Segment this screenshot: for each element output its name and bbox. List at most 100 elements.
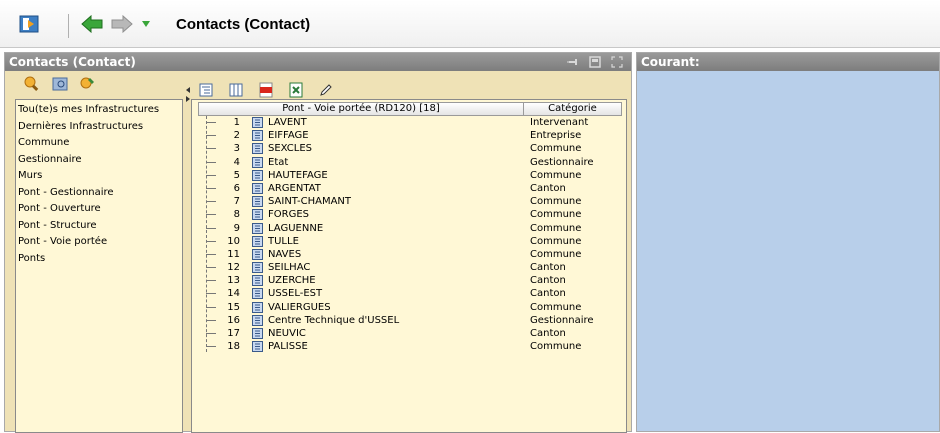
export-pdf-button[interactable]	[257, 81, 275, 99]
building-icon	[252, 341, 263, 353]
table-row[interactable]: 5 HAUTEFAGE Commune	[192, 169, 622, 182]
panel-header-icons	[565, 54, 625, 70]
contact-category: Gestionnaire	[530, 156, 594, 168]
app-toolbar: Contacts (Contact)	[0, 0, 940, 48]
tree-branch	[206, 293, 216, 295]
contact-category: Canton	[530, 288, 566, 300]
contacts-panel-header: Contacts (Contact)	[5, 53, 631, 71]
query-item[interactable]: Gestionnaire	[18, 152, 182, 169]
query-toolbar	[23, 75, 97, 93]
table-row[interactable]: 7 SAINT-CHAMANT Commune	[192, 195, 622, 208]
back-button[interactable]	[80, 14, 104, 34]
table-row[interactable]: 11 NAVES Commune	[192, 248, 622, 261]
contact-category: Canton	[530, 262, 566, 274]
table-row[interactable]: 17 NEUVIC Canton	[192, 327, 622, 340]
row-number: 3	[233, 143, 240, 155]
results-toolbar	[197, 81, 335, 99]
contact-category: Commune	[530, 196, 582, 208]
table-row[interactable]: 10 TULLE Commune	[192, 235, 622, 248]
query-item[interactable]: Pont - Structure	[18, 218, 182, 235]
table-row[interactable]: 8 FORGES Commune	[192, 208, 622, 221]
table-row[interactable]: 16 Centre Technique d'USSEL Gestionnaire	[192, 314, 622, 327]
contact-category: Entreprise	[530, 130, 582, 142]
row-number: 5	[233, 169, 240, 181]
contact-name: NAVES	[268, 248, 302, 260]
query-item[interactable]: Pont - Gestionnaire	[18, 185, 182, 202]
building-icon	[252, 117, 263, 128]
search-contact-button[interactable]	[23, 75, 41, 93]
query-list: Tou(te)s mes Infrastructures Dernières I…	[15, 99, 183, 433]
grid-rows: 1 LAVENT Intervenant 2 EIFFAGE Entreprise 3 SEX…	[192, 116, 622, 353]
building-icon	[252, 130, 263, 142]
export-excel-button[interactable]	[287, 81, 305, 99]
restore-icon[interactable]	[587, 54, 603, 70]
tree-branch	[206, 161, 216, 163]
building-icon	[252, 328, 263, 339]
table-row[interactable]: 14 USSEL-EST Canton	[192, 287, 622, 300]
table-row[interactable]: 12 SEILHAC Canton	[192, 261, 622, 274]
table-row[interactable]: 6 ARGENTAT Canton	[192, 182, 622, 195]
building-icon	[252, 143, 263, 155]
contact-name: LAGUENNE	[268, 222, 324, 234]
contact-name: UZERCHE	[268, 275, 316, 287]
column-header-main[interactable]: Pont - Voie portée (RD120) [18]	[198, 102, 524, 116]
row-number: 9	[233, 222, 240, 234]
query-item[interactable]: Ponts	[18, 251, 182, 268]
tree-branch	[206, 240, 216, 242]
exit-icon	[19, 15, 39, 33]
table-row[interactable]: 1 LAVENT Intervenant	[192, 116, 622, 129]
row-number: 14	[227, 288, 240, 300]
query-item[interactable]: Pont - Ouverture	[18, 201, 182, 218]
row-number: 8	[233, 209, 240, 221]
current-panel: Courant:	[636, 52, 940, 432]
table-row[interactable]: 3 SEXCLES Commune	[192, 142, 622, 155]
table-row[interactable]: 4 Etat Gestionnaire	[192, 156, 622, 169]
page-title: Contacts (Contact)	[176, 16, 311, 33]
contact-name: HAUTEFAGE	[268, 169, 328, 181]
contact-category: Commune	[530, 301, 582, 313]
toolbar-separator	[68, 14, 69, 38]
query-item[interactable]: Pont - Voie portée	[18, 234, 182, 251]
new-query-button[interactable]	[79, 75, 97, 93]
maximize-icon[interactable]	[609, 54, 625, 70]
tree-branch	[206, 306, 216, 308]
pin-icon[interactable]	[565, 54, 581, 70]
tree-branch	[206, 280, 216, 282]
pencil-icon	[320, 84, 332, 96]
grid-header: Pont - Voie portée (RD120) [18] Catégori…	[198, 102, 622, 116]
tree-branch	[206, 346, 216, 348]
contact-category: Commune	[530, 235, 582, 247]
tree-branch	[206, 122, 216, 123]
forward-button[interactable]	[110, 14, 134, 34]
table-row[interactable]: 18 PALISSE Commune	[192, 340, 622, 353]
table-row[interactable]: 9 LAGUENNE Commune	[192, 222, 622, 235]
table-row[interactable]: 15 VALIERGUES Commune	[192, 301, 622, 314]
query-item[interactable]: Dernières Infrastructures	[18, 119, 182, 136]
contact-category: Canton	[530, 328, 566, 339]
table-row[interactable]: 2 EIFFAGE Entreprise	[192, 129, 622, 142]
contact-name: Etat	[268, 156, 289, 168]
row-number: 13	[227, 275, 240, 287]
columns-button[interactable]	[227, 81, 245, 99]
query-item[interactable]: Tou(te)s mes Infrastructures	[18, 102, 182, 119]
tree-view-button[interactable]	[197, 81, 215, 99]
results-grid: Pont - Voie portée (RD120) [18] Catégori…	[191, 99, 627, 433]
exit-button[interactable]	[18, 14, 40, 34]
contact-category: Gestionnaire	[530, 314, 594, 326]
table-row[interactable]: 13 UZERCHE Canton	[192, 274, 622, 287]
edit-button[interactable]	[317, 81, 335, 99]
query-editor-button[interactable]	[51, 75, 69, 93]
building-icon	[252, 156, 263, 168]
contact-name: LAVENT	[268, 117, 307, 128]
tree-view-icon	[199, 83, 213, 97]
current-panel-title: Courant:	[641, 55, 700, 69]
history-dropdown[interactable]	[140, 18, 152, 30]
contact-category: Canton	[530, 275, 566, 287]
contact-name: SEXCLES	[268, 143, 313, 155]
query-item[interactable]: Murs	[18, 168, 182, 185]
column-header-category[interactable]: Catégorie	[524, 102, 622, 116]
query-item[interactable]: Commune	[18, 135, 182, 152]
row-number: 12	[227, 262, 240, 274]
search-icon	[24, 76, 39, 91]
building-icon	[252, 262, 263, 274]
